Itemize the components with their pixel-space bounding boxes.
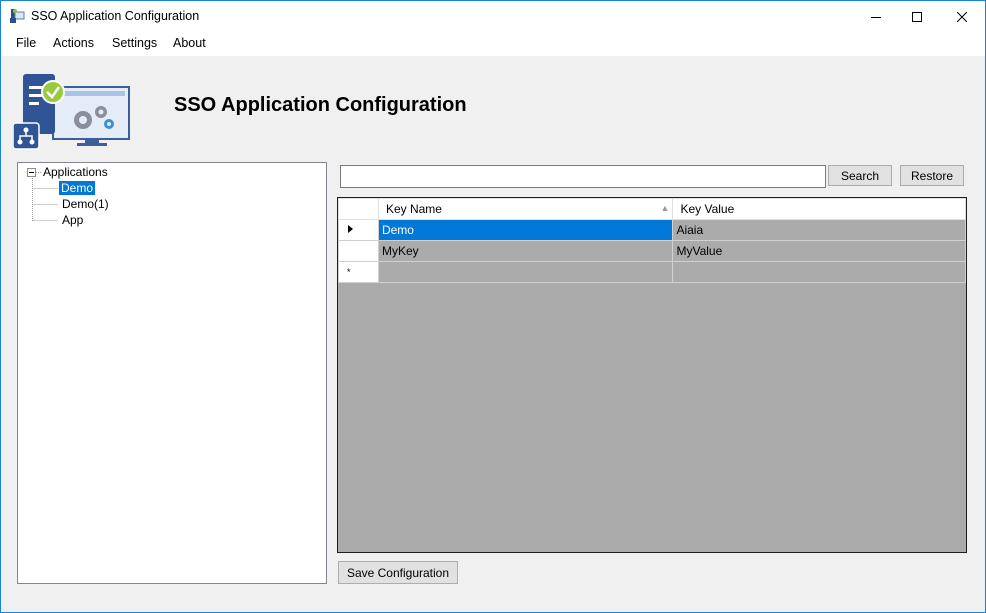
column-header-key-value[interactable]: Key Value	[672, 198, 966, 220]
grid-header-row: Key Name ▲ Key Value	[338, 198, 966, 220]
cell-key-name-new[interactable]	[377, 261, 674, 283]
row-header-current[interactable]	[338, 219, 379, 241]
close-button[interactable]	[939, 1, 985, 32]
title-bar[interactable]: SSO Application Configuration	[1, 1, 985, 32]
cell-key-value[interactable]: Aiaia	[672, 219, 966, 241]
tree-root-applications[interactable]: Applications	[41, 165, 110, 179]
sort-ascending-icon: ▲	[660, 203, 670, 213]
cell-key-name[interactable]: MyKey	[377, 240, 674, 262]
app-icon	[10, 9, 25, 23]
sso-config-logo-icon	[13, 74, 130, 150]
menu-settings[interactable]: Settings	[112, 36, 157, 50]
tree-item-demo[interactable]: Demo	[59, 181, 96, 195]
key-value-grid[interactable]: Key Name ▲ Key Value Demo Aiaia MyKey My…	[337, 197, 967, 553]
menu-bar: File Actions Settings About	[1, 32, 985, 56]
new-row-marker[interactable]: *	[338, 261, 379, 283]
main-window: SSO Application Configuration File Actio…	[0, 0, 986, 613]
tree-item-app[interactable]: App	[60, 213, 85, 227]
table-row[interactable]: MyKey MyValue	[338, 240, 966, 262]
save-configuration-button[interactable]: Save Configuration	[338, 561, 458, 584]
table-row[interactable]: Demo Aiaia	[338, 219, 966, 241]
header-banner: SSO Application Configuration	[1, 56, 985, 156]
cell-key-value[interactable]: MyValue	[672, 240, 966, 262]
grid-table: Key Name ▲ Key Value Demo Aiaia MyKey My…	[338, 198, 966, 283]
search-button[interactable]: Search	[828, 165, 892, 186]
current-row-arrow-icon	[348, 225, 353, 233]
minimize-icon	[871, 16, 881, 18]
maximize-icon	[912, 11, 922, 22]
column-header-key-name-label: Key Name	[385, 202, 442, 216]
cell-key-value-new[interactable]	[672, 261, 966, 283]
grid-corner-header	[338, 198, 379, 220]
maximize-button[interactable]	[894, 1, 940, 32]
menu-file[interactable]: File	[16, 36, 36, 50]
minimize-button[interactable]	[853, 1, 899, 32]
applications-tree[interactable]: Applications Demo Demo(1) App	[17, 162, 327, 584]
window-title: SSO Application Configuration	[31, 9, 200, 23]
row-header[interactable]	[338, 240, 379, 262]
menu-actions[interactable]: Actions	[53, 36, 94, 50]
collapse-icon[interactable]	[27, 168, 37, 178]
banner-title: SSO Application Configuration	[174, 94, 467, 116]
menu-about[interactable]: About	[173, 36, 206, 50]
tree-item-demo-1[interactable]: Demo(1)	[60, 197, 111, 211]
column-header-key-name[interactable]: Key Name ▲	[377, 198, 674, 220]
restore-button[interactable]: Restore	[900, 165, 964, 186]
new-row[interactable]: *	[338, 261, 966, 283]
cell-key-name[interactable]: Demo	[377, 219, 674, 241]
close-icon	[957, 11, 967, 22]
search-input[interactable]	[340, 165, 826, 188]
